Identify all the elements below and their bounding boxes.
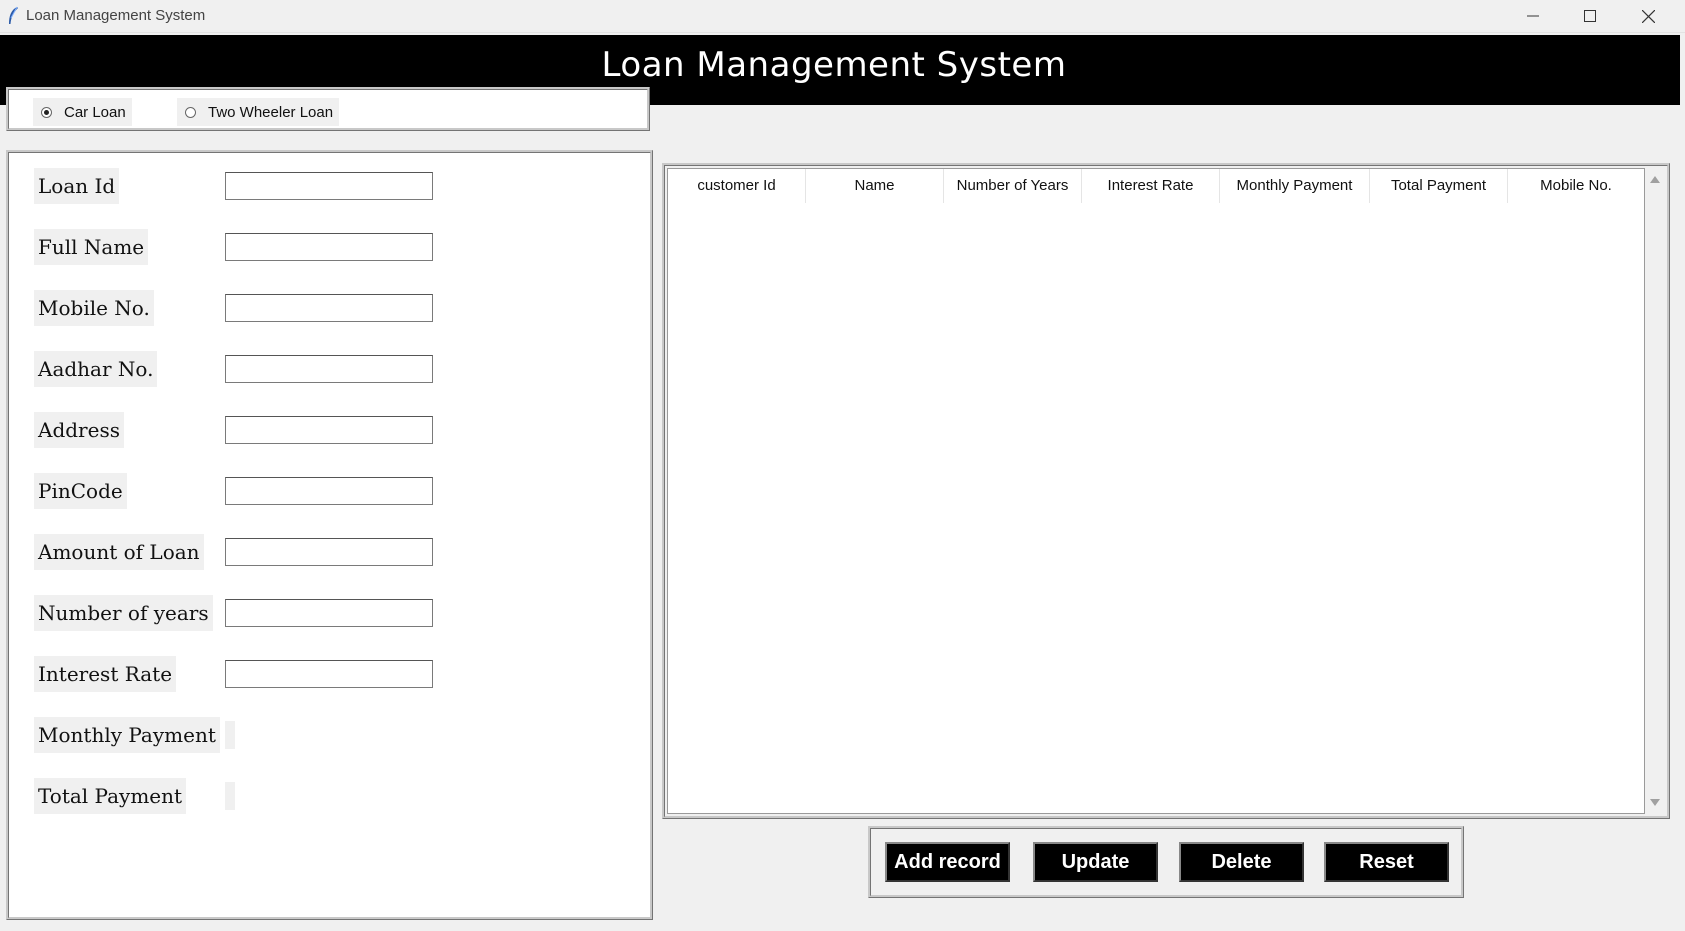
- interest-rate-label: Interest Rate: [34, 656, 177, 692]
- aadhar-field[interactable]: [225, 355, 433, 383]
- records-table-frame: customer Id Name Number of Years Interes…: [662, 163, 1670, 819]
- loan-amount-label: Amount of Loan: [34, 534, 204, 570]
- years-label: Number of years: [34, 595, 213, 631]
- mobile-label: Mobile No.: [34, 290, 154, 326]
- column-header-customer-id[interactable]: customer Id: [668, 169, 806, 203]
- monthly-payment-value: [225, 721, 235, 749]
- column-header-name[interactable]: Name: [806, 169, 944, 203]
- reset-button[interactable]: Reset: [1324, 842, 1449, 882]
- years-field[interactable]: [225, 599, 433, 627]
- records-table[interactable]: customer Id Name Number of Years Interes…: [667, 168, 1645, 814]
- loan-type-selector: Car Loan Two Wheeler Loan: [6, 87, 650, 131]
- column-header-interest-rate[interactable]: Interest Rate: [1082, 169, 1220, 203]
- maximize-icon: [1584, 10, 1596, 22]
- radio-label: Car Loan: [64, 103, 126, 121]
- scroll-up-icon[interactable]: [1650, 176, 1660, 183]
- add-record-button[interactable]: Add record: [885, 842, 1010, 882]
- radio-two-wheeler-loan[interactable]: Two Wheeler Loan: [177, 98, 340, 126]
- radio-label: Two Wheeler Loan: [208, 103, 334, 121]
- column-header-monthly-payment[interactable]: Monthly Payment: [1220, 169, 1370, 203]
- maximize-button[interactable]: [1560, 0, 1620, 32]
- pincode-field[interactable]: [225, 477, 433, 505]
- minimize-icon: [1527, 15, 1539, 17]
- close-button[interactable]: [1618, 0, 1678, 32]
- total-payment-label: Total Payment: [34, 778, 187, 814]
- address-label: Address: [34, 412, 124, 448]
- action-buttons: Add record Update Delete Reset: [868, 826, 1464, 898]
- window-titlebar: Loan Management System: [0, 0, 1685, 33]
- monthly-payment-label: Monthly Payment: [34, 717, 220, 753]
- vertical-scrollbar[interactable]: [1645, 168, 1665, 814]
- delete-button[interactable]: Delete: [1179, 842, 1304, 882]
- radio-unchecked-icon: [185, 106, 196, 118]
- column-header-mobile[interactable]: Mobile No.: [1508, 169, 1644, 203]
- feather-icon: [9, 6, 18, 24]
- mobile-field[interactable]: [225, 294, 433, 322]
- update-button[interactable]: Update: [1033, 842, 1158, 882]
- loan-amount-field[interactable]: [225, 538, 433, 566]
- close-icon: [1641, 9, 1655, 23]
- column-header-years[interactable]: Number of Years: [944, 169, 1082, 203]
- address-field[interactable]: [225, 416, 433, 444]
- page-title: Loan Management System: [601, 45, 1067, 85]
- interest-rate-field[interactable]: [225, 660, 433, 688]
- loan-form: Loan Id Full Name Mobile No. Aadhar No. …: [6, 150, 653, 920]
- window-title: Loan Management System: [26, 7, 206, 24]
- pincode-label: PinCode: [34, 473, 127, 509]
- aadhar-label: Aadhar No.: [34, 351, 158, 387]
- radio-car-loan[interactable]: Car Loan: [33, 98, 132, 126]
- scroll-down-icon[interactable]: [1650, 799, 1660, 806]
- loan-id-field[interactable]: [225, 172, 433, 200]
- full-name-label: Full Name: [34, 229, 149, 265]
- minimize-button[interactable]: [1503, 0, 1563, 32]
- loan-id-label: Loan Id: [34, 168, 120, 204]
- full-name-field[interactable]: [225, 233, 433, 261]
- column-header-total-payment[interactable]: Total Payment: [1370, 169, 1508, 203]
- total-payment-value: [225, 782, 235, 810]
- radio-checked-icon: [41, 106, 52, 118]
- table-header: customer Id Name Number of Years Interes…: [668, 169, 1644, 203]
